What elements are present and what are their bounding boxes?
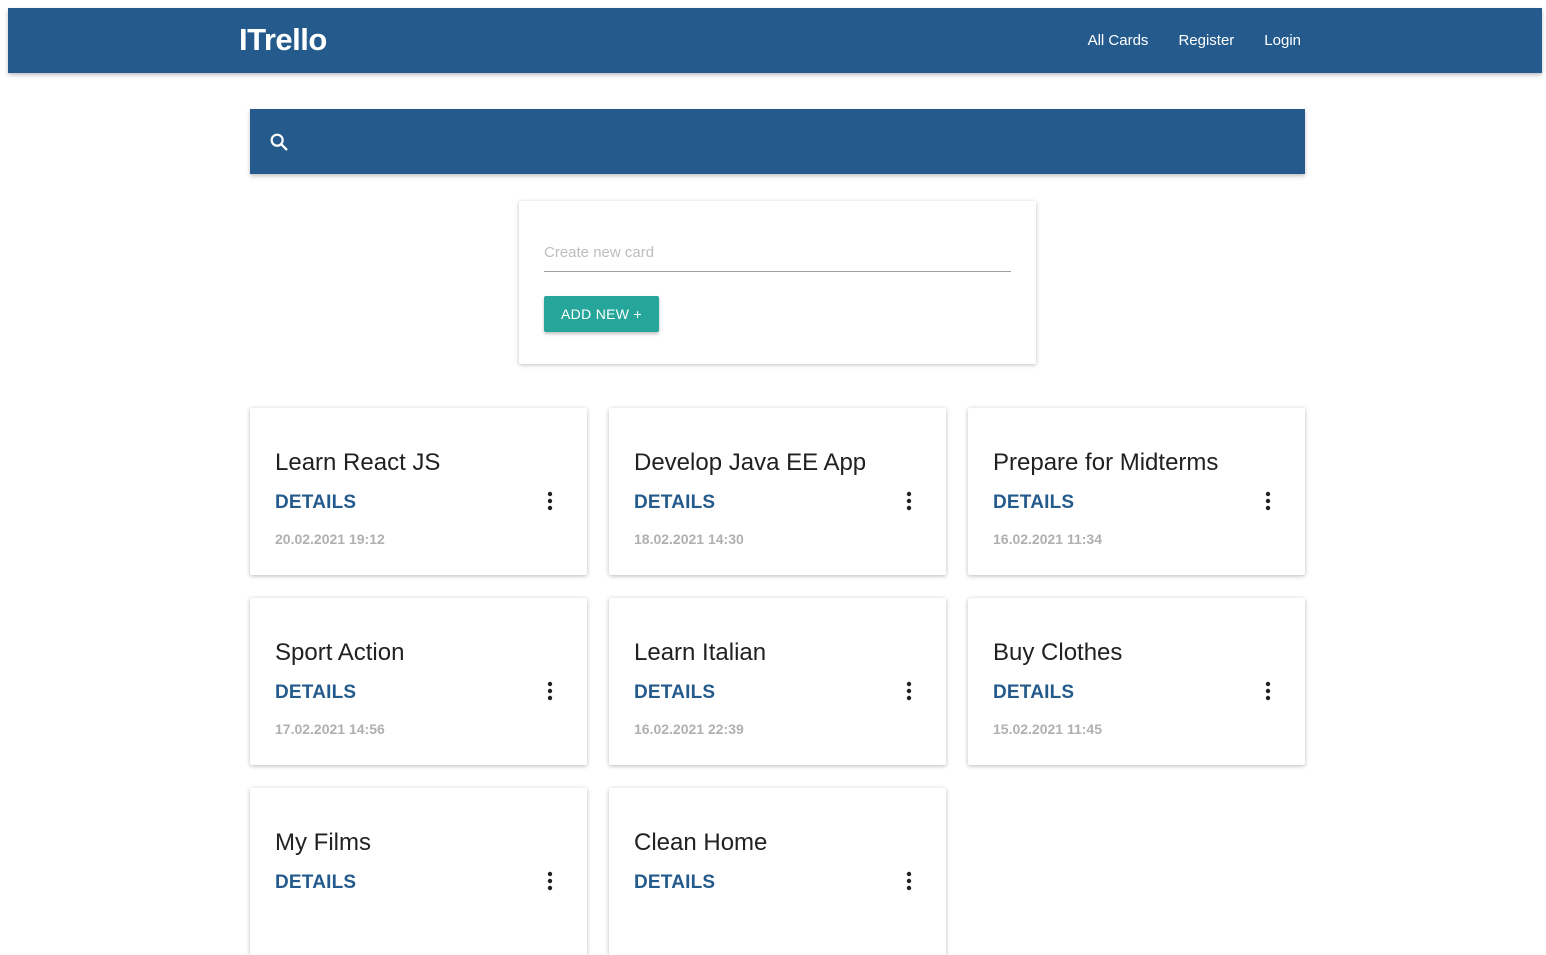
card-date: 16.02.2021 22:39 (634, 721, 744, 737)
card-title: My Films (275, 829, 371, 856)
card-details-link[interactable]: DETAILS (634, 872, 715, 894)
more-vert-icon[interactable] (899, 870, 919, 892)
more-vert-icon[interactable] (899, 680, 919, 702)
top-navbar: ITrello All Cards Register Login (8, 8, 1542, 73)
card-title: Clean Home (634, 829, 768, 856)
cards-grid: Learn React JS DETAILS 20.02.2021 19:12 Dev… (250, 408, 1306, 955)
card: Sport Action DETAILS 17.02.2021 14:56 (250, 598, 587, 765)
more-vert-icon[interactable] (1258, 490, 1278, 512)
nav-links: All Cards Register Login (1088, 8, 1301, 73)
more-vert-icon[interactable] (540, 490, 560, 512)
nav-link-register[interactable]: Register (1178, 32, 1234, 49)
card-title: Prepare for Midterms (993, 449, 1219, 476)
more-vert-icon[interactable] (540, 870, 560, 892)
card: Learn React JS DETAILS 20.02.2021 19:12 (250, 408, 587, 575)
card-date: 15.02.2021 11:45 (993, 721, 1102, 737)
more-vert-icon[interactable] (1258, 680, 1278, 702)
card: Develop Java EE App DETAILS 18.02.2021 14:… (609, 408, 946, 575)
brand-logo[interactable]: ITrello (239, 22, 327, 58)
nav-link-login[interactable]: Login (1264, 32, 1301, 49)
nav-link-all-cards[interactable]: All Cards (1088, 32, 1149, 49)
card-date: 17.02.2021 14:56 (275, 721, 385, 737)
card-details-link[interactable]: DETAILS (993, 682, 1074, 704)
more-vert-icon[interactable] (540, 680, 560, 702)
card-date: 16.02.2021 11:34 (993, 531, 1102, 547)
card: Prepare for Midterms DETAILS 16.02.2021 11… (968, 408, 1305, 575)
card-details-link[interactable]: DETAILS (634, 492, 715, 514)
more-vert-icon[interactable] (899, 490, 919, 512)
create-card-panel: ADD NEW + (519, 201, 1036, 364)
card-date: 18.02.2021 14:30 (634, 531, 744, 547)
card-details-link[interactable]: DETAILS (275, 872, 356, 894)
card-title: Learn Italian (634, 639, 767, 666)
card: Buy Clothes DETAILS 15.02.2021 11:45 (968, 598, 1305, 765)
search-icon[interactable] (268, 131, 290, 153)
card-title: Sport Action (275, 639, 405, 666)
card: My Films DETAILS (250, 788, 587, 955)
search-input[interactable] (302, 121, 1286, 163)
card-details-link[interactable]: DETAILS (275, 682, 356, 704)
search-bar (250, 109, 1305, 174)
card: Learn Italian DETAILS 16.02.2021 22:39 (609, 598, 946, 765)
create-card-input[interactable] (544, 233, 1011, 272)
card-title: Learn React JS (275, 449, 441, 476)
card-title: Develop Java EE App (634, 449, 867, 476)
card-details-link[interactable]: DETAILS (634, 682, 715, 704)
card-details-link[interactable]: DETAILS (993, 492, 1074, 514)
card: Clean Home DETAILS (609, 788, 946, 955)
card-details-link[interactable]: DETAILS (275, 492, 356, 514)
card-date: 20.02.2021 19:12 (275, 531, 385, 547)
add-new-button[interactable]: ADD NEW + (544, 296, 659, 332)
card-title: Buy Clothes (993, 639, 1123, 666)
